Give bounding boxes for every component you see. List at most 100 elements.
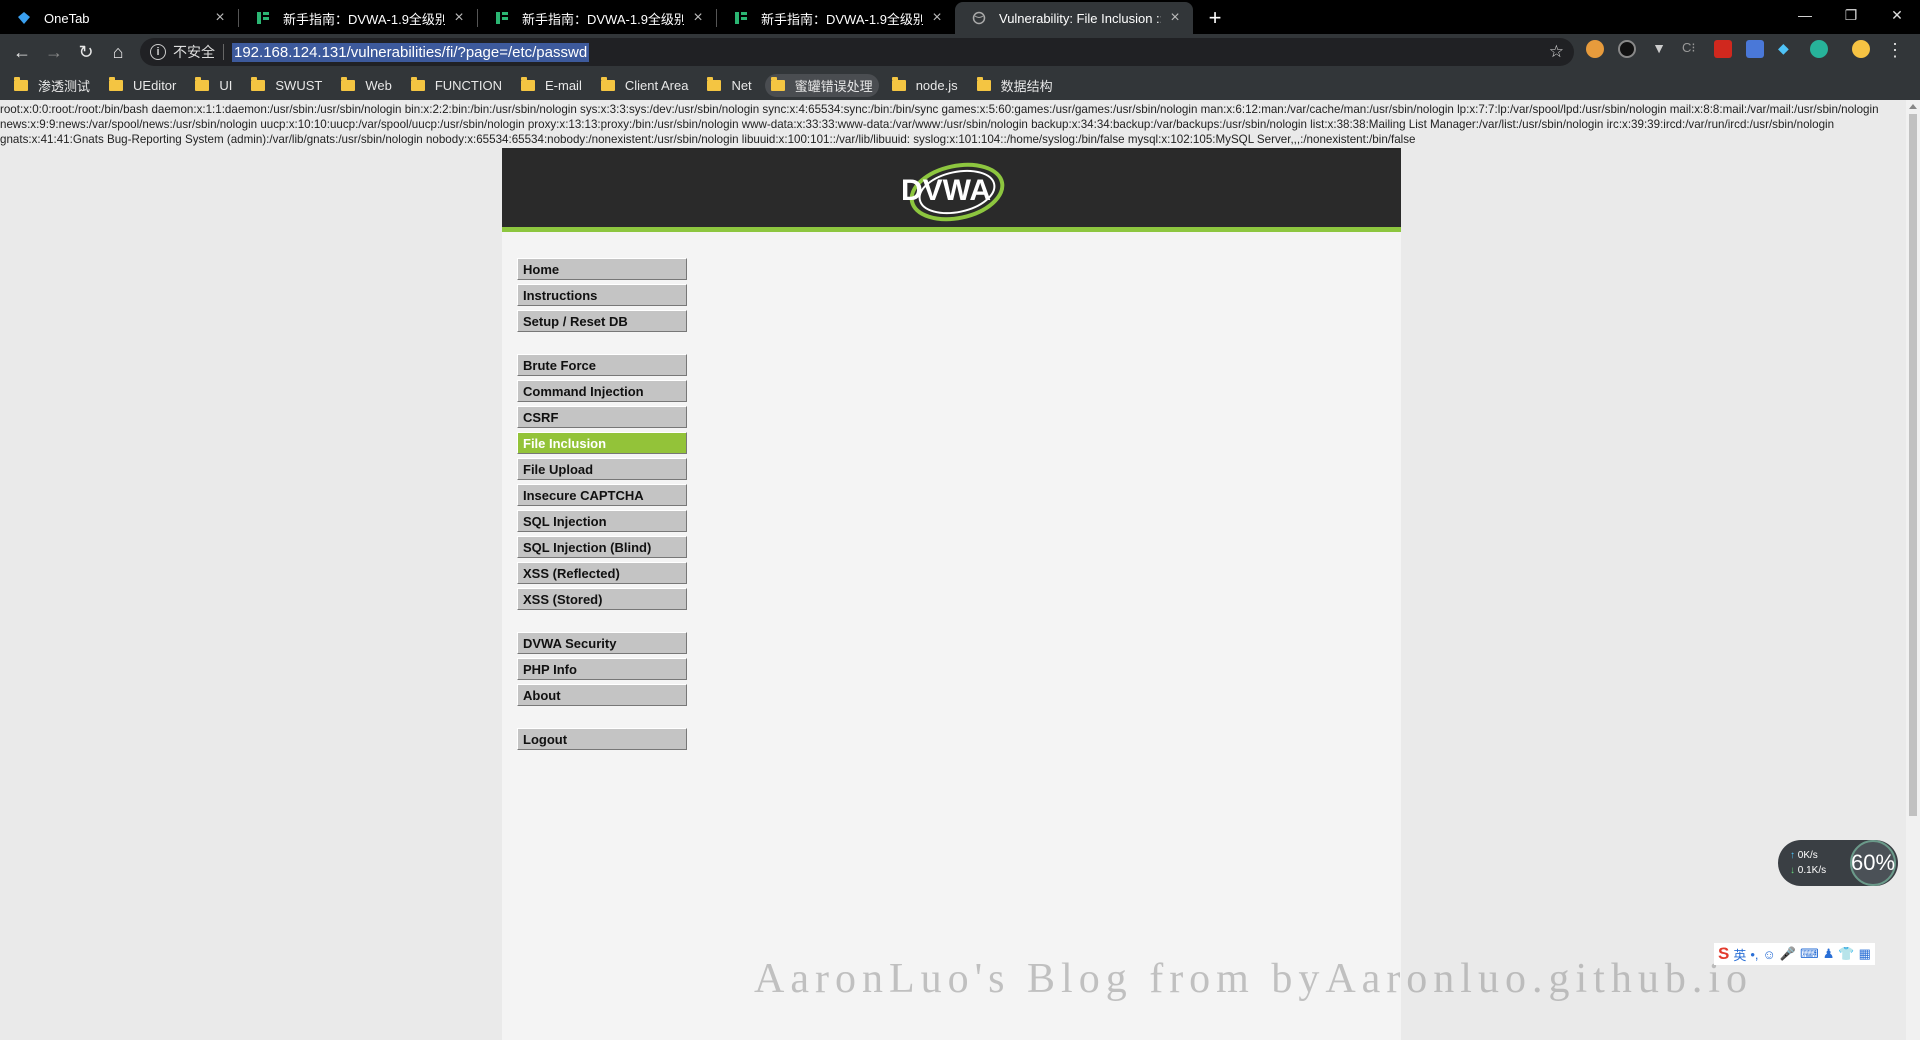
microphone-icon[interactable]: 🎤 [1780,946,1796,962]
browser-toolbar: ← → ↻ ⌂ i 不安全 192.168.124.131/vulnerabil… [0,34,1920,70]
menu-item-command-injection[interactable]: Command Injection [517,380,687,402]
menu-item-sql-injection[interactable]: SQL Injection [517,510,687,532]
restore-icon[interactable]: ❐ [1828,0,1874,30]
menu-item-home[interactable]: Home [517,258,687,280]
bookmark-label: Client Area [624,77,689,93]
mail-extension-icon[interactable] [1746,40,1764,58]
folder-icon [251,76,266,91]
reload-icon[interactable]: ↻ [70,36,102,68]
memory-usage-percent: 60% [1850,840,1896,886]
bookmark-label: UEditor [133,77,177,93]
network-speed-widget[interactable]: ↑ 0K/s ↓ 0.1K/s 60% [1778,840,1898,886]
punctuation-icon[interactable]: •, [1750,947,1758,962]
keyboard-icon[interactable]: ⌨ [1800,946,1819,962]
menu-item-sql-injection-blind[interactable]: SQL Injection (Blind) [517,536,687,558]
folder-icon [600,76,615,91]
menu-item-xss-stored[interactable]: XSS (Stored) [517,588,687,610]
globe-icon [971,10,987,26]
m-extension-icon[interactable] [1810,40,1828,58]
site-icon [733,10,749,26]
menu-item-brute-force[interactable]: Brute Force [517,354,687,376]
tab-title: 新手指南：DVWA-1.9全级别教程 [522,11,684,27]
bookmarks-bar: 渗透测试 UEditor UI SWUST Web FUNCTION E-mai… [0,70,1920,100]
bookmark-folder[interactable]: SWUST [251,76,322,93]
folder-icon [976,76,991,91]
menu-group-vulnerabilities: Brute Force Command Injection CSRF File … [517,354,687,610]
info-icon[interactable]: i [150,44,166,60]
menu-item-php-info[interactable]: PHP Info [517,658,687,680]
bookmark-folder[interactable]: 渗透测试 [14,76,90,95]
tab-dvwa-guide-2[interactable]: 新手指南：DVWA-1.9全级别教程 × [478,2,716,34]
folder-icon [109,76,124,91]
close-icon[interactable]: × [212,9,228,27]
folder-icon [891,76,906,91]
vertical-scrollbar[interactable] [1906,100,1920,1040]
folder-icon [341,76,356,91]
folder-icon [14,76,28,91]
skin-icon[interactable]: 👕 [1838,946,1854,962]
ime-toolbar[interactable]: S 英 •, ☺ 🎤 ⌨ ♟ 👕 ▦ [1714,943,1875,965]
tab-file-inclusion[interactable]: Vulnerability: File Inclusion :: DVWA × [955,2,1193,34]
menu-item-about[interactable]: About [517,684,687,706]
security-indicator[interactable]: 不安全 [173,42,215,62]
menu-item-file-inclusion[interactable]: File Inclusion [517,432,687,454]
menu-item-file-upload[interactable]: File Upload [517,458,687,480]
forward-icon[interactable]: → [38,36,70,68]
bookmark-star-icon[interactable]: ☆ [1549,42,1564,62]
close-window-icon[interactable]: ✕ [1874,0,1920,30]
menu-item-logout[interactable]: Logout [517,728,687,750]
grid-icon[interactable]: ▦ [1859,946,1871,962]
dvwa-header: DVWA [502,148,1401,232]
bookmark-folder[interactable]: FUNCTION [410,76,502,93]
pdf-extension-icon[interactable] [1714,40,1732,58]
emoji-icon[interactable]: ☺ [1763,947,1776,962]
folder-icon [770,76,785,91]
tab-dvwa-guide-1[interactable]: 新手指南：DVWA-1.9全级别教程 × [239,2,477,34]
site-icon [255,10,271,26]
menu-icon[interactable]: ⋮ [1886,40,1904,61]
url-text[interactable]: 192.168.124.131/vulnerabilities/fi/?page… [232,42,590,62]
user-icon[interactable]: ♟ [1823,946,1835,962]
close-icon[interactable]: × [451,9,467,27]
bookmark-folder[interactable]: E-mail [521,76,582,93]
bookmark-folder[interactable]: UI [195,76,232,93]
tab-onetab[interactable]: OneTab × [0,2,238,34]
back-icon[interactable]: ← [6,36,38,68]
menu-item-dvwa-security[interactable]: DVWA Security [517,632,687,654]
vue-extension-icon[interactable]: ▼ [1650,40,1668,58]
bookmark-folder[interactable]: Web [341,76,392,93]
menu-item-instructions[interactable]: Instructions [517,284,687,306]
bookmark-folder[interactable]: node.js [891,76,958,93]
minimize-icon[interactable]: — [1782,0,1828,30]
code-extension-icon[interactable]: C⁝ [1682,40,1700,58]
bookmark-label: FUNCTION [434,77,502,93]
cookie-extension-icon[interactable] [1586,40,1604,58]
close-icon[interactable]: × [690,9,706,27]
diamond-extension-icon[interactable]: ◆ [1778,40,1796,58]
home-icon[interactable]: ⌂ [102,36,134,68]
bookmark-folder[interactable]: Net [707,76,752,93]
ime-mode[interactable]: 英 [1733,945,1746,964]
circle-extension-icon[interactable] [1618,40,1636,58]
bookmark-folder[interactable]: Client Area [600,76,689,93]
tab-dvwa-guide-3[interactable]: 新手指南：DVWA-1.9全级别教程 × [717,2,955,34]
up-arrow-icon: ↑ [1790,850,1795,861]
dvwa-container: DVWA Home Instructions Setup / Reset DB … [502,148,1401,1040]
bookmark-label: Net [731,77,752,93]
scrollbar-thumb[interactable] [1909,114,1917,816]
address-bar[interactable]: i 不安全 192.168.124.131/vulnerabilities/fi… [140,38,1574,66]
bookmark-folder[interactable]: UEditor [109,76,177,93]
scroll-up-arrow-icon[interactable] [1909,104,1917,109]
close-icon[interactable]: × [1167,9,1183,27]
menu-item-csrf[interactable]: CSRF [517,406,687,428]
extensions-area: ▼ C⁝ ◆ [1586,40,1884,58]
close-icon[interactable]: × [929,9,945,27]
bookmark-folder[interactable]: 蜜罐错误处理 [764,73,879,97]
bookmark-folder[interactable]: 数据结构 [976,76,1053,95]
menu-item-setup[interactable]: Setup / Reset DB [517,310,687,332]
menu-item-xss-reflected[interactable]: XSS (Reflected) [517,562,687,584]
new-tab-button[interactable]: + [1199,2,1231,34]
menu-item-insecure-captcha[interactable]: Insecure CAPTCHA [517,484,687,506]
sogou-icon[interactable]: S [1718,944,1729,964]
profile-avatar-icon[interactable] [1852,40,1870,58]
